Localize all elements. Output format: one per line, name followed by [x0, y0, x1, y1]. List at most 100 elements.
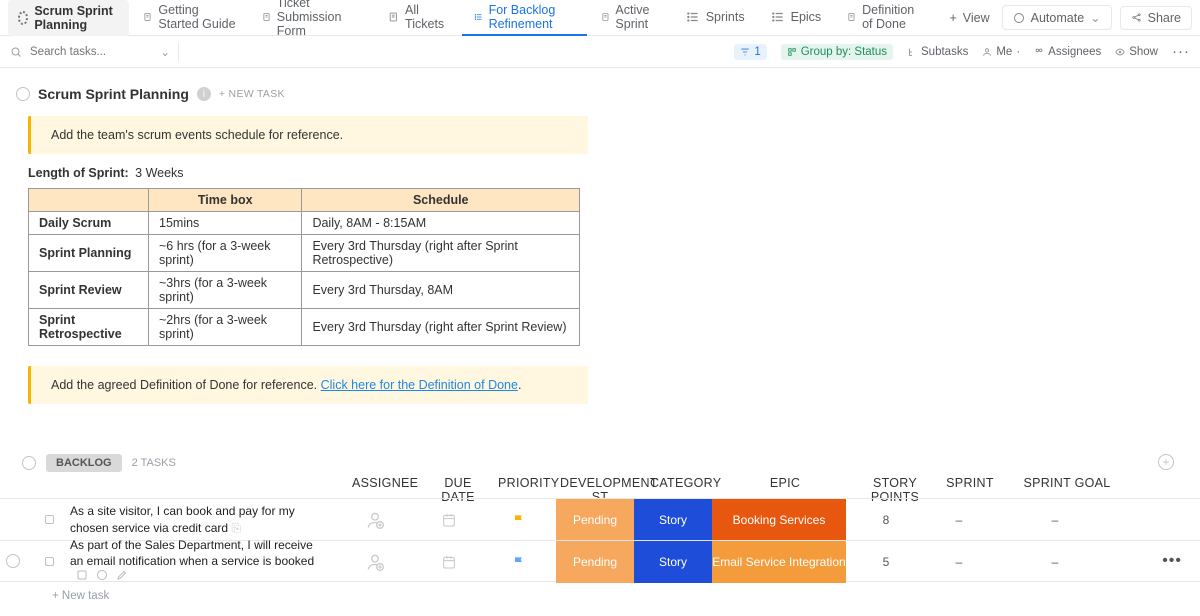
edit-icon[interactable] — [116, 569, 128, 581]
event-timebox: ~6 hrs (for a 3-week sprint) — [149, 235, 302, 272]
cell-priority[interactable] — [494, 499, 544, 541]
tab-for-backlog-refinement[interactable]: For Backlog Refinement — [462, 0, 587, 36]
page-header: Scrum Sprint Planning i + NEW TASK — [0, 68, 1200, 110]
cell-due-date[interactable] — [424, 541, 474, 583]
page-title: Scrum Sprint Planning — [38, 86, 189, 102]
tab-label: Definition of Done — [862, 3, 925, 31]
group-by-badge[interactable]: Group by: Status — [781, 44, 893, 60]
link-icon[interactable] — [76, 569, 88, 581]
task-title[interactable]: As part of the Sales Department, I will … — [70, 537, 325, 586]
group-chip[interactable]: BACKLOG — [46, 454, 122, 472]
add-column-button[interactable]: + — [1158, 454, 1174, 470]
group-collapse-icon[interactable] — [22, 456, 36, 470]
tab-sprints[interactable]: Sprints — [674, 0, 757, 36]
row-checkbox[interactable] — [45, 557, 54, 566]
tab-label: All Tickets — [405, 3, 448, 31]
tab-ticket-submission-form[interactable]: Ticket Submission Form — [250, 0, 375, 36]
sprint-length-label: Length of Sprint: — [28, 166, 129, 180]
share-label: Share — [1148, 11, 1181, 25]
filter-badge[interactable]: 1 — [734, 44, 766, 60]
show-menu[interactable]: Show — [1115, 46, 1158, 58]
row-status-icon[interactable] — [6, 554, 20, 568]
col-assignee[interactable]: ASSIGNEE — [352, 476, 412, 490]
plus-icon: + — [949, 11, 956, 25]
cell-sprint[interactable]: – — [934, 499, 984, 541]
event-name: Sprint Retrospective — [29, 309, 149, 346]
tab-active-sprint[interactable]: Active Sprint — [589, 0, 672, 36]
automate-button[interactable]: Automate ⌄ — [1002, 5, 1112, 30]
event-timebox: 15mins — [149, 212, 302, 235]
tab-label: Epics — [791, 10, 822, 24]
cell-epic[interactable]: Booking Services — [712, 499, 846, 541]
bolt-icon — [1013, 12, 1025, 24]
col-category[interactable]: CATEGORY — [650, 476, 720, 490]
cell-priority[interactable] — [494, 541, 544, 583]
row-more-menu[interactable]: ••• — [1162, 552, 1182, 570]
event-schedule: Every 3rd Thursday (right after Sprint R… — [302, 309, 580, 346]
chevron-down-icon[interactable]: ⌄ — [160, 45, 170, 59]
event-name: Daily Scrum — [29, 212, 149, 235]
cell-dev-status[interactable]: Pending — [556, 499, 634, 541]
flag-icon — [512, 513, 526, 527]
assignees-label: Assignees — [1048, 46, 1101, 58]
add-view-button[interactable]: + View — [939, 7, 999, 29]
tab-label: Getting Started Guide — [158, 3, 235, 31]
task-row[interactable]: As a site visitor, I can book and pay fo… — [0, 498, 1200, 540]
tab-all-tickets[interactable]: All Tickets — [376, 0, 459, 36]
row-checkbox[interactable] — [45, 515, 54, 524]
cell-points[interactable]: 8 — [856, 499, 916, 541]
workspace-chip[interactable]: Scrum Sprint Planning — [8, 0, 129, 36]
tab-epics[interactable]: Epics — [759, 0, 834, 36]
col-sprint[interactable]: SPRINT — [940, 476, 1000, 490]
divider — [178, 43, 179, 61]
eye-icon — [1115, 47, 1125, 57]
info-icon[interactable]: i — [197, 87, 211, 101]
tab-getting-started-guide[interactable]: Getting Started Guide — [131, 0, 247, 36]
show-label: Show — [1129, 46, 1158, 58]
cell-points[interactable]: 5 — [856, 541, 916, 583]
task-title[interactable]: As a site visitor, I can book and pay fo… — [70, 503, 325, 535]
col-goal[interactable]: SPRINT GOAL — [1022, 476, 1112, 490]
task-row[interactable]: As part of the Sales Department, I will … — [0, 540, 1200, 582]
assignees-filter[interactable]: Assignees — [1034, 46, 1101, 58]
col-epic[interactable]: EPIC — [720, 476, 850, 490]
event-timebox: ~2hrs (for a 3-week sprint) — [149, 309, 302, 346]
tag-icon[interactable] — [96, 569, 108, 581]
search-box[interactable]: ⌄ — [10, 45, 170, 59]
add-task-row[interactable]: + New task — [0, 582, 1200, 616]
tab-label: Active Sprint — [615, 3, 659, 31]
sprint-length-value: 3 Weeks — [135, 166, 183, 180]
cell-due-date[interactable] — [424, 499, 474, 541]
status-circle-icon[interactable] — [16, 87, 30, 101]
cell-dev-status[interactable]: Pending — [556, 541, 634, 583]
cell-goal[interactable]: – — [1030, 541, 1080, 583]
row-hover-icons — [76, 569, 128, 581]
me-filter[interactable]: Me · — [982, 46, 1020, 58]
filter-count: 1 — [754, 46, 760, 58]
top-nav: Scrum Sprint Planning Getting Started Gu… — [0, 0, 1200, 36]
banner-text: Add the team's scrum events schedule for… — [51, 128, 343, 142]
cell-category[interactable]: Story — [634, 541, 712, 583]
flag-icon — [512, 555, 526, 569]
search-input[interactable] — [28, 45, 128, 59]
cell-epic[interactable]: Email Service Integration — [712, 541, 846, 583]
cell-assignee[interactable] — [350, 541, 400, 583]
subtasks-toggle[interactable]: Subtasks — [907, 46, 968, 58]
cell-assignee[interactable] — [350, 499, 400, 541]
table-row: Sprint Retrospective~2hrs (for a 3-week … — [29, 309, 580, 346]
dod-link[interactable]: Click here for the Definition of Done — [321, 378, 518, 392]
cell-category[interactable]: Story — [634, 499, 712, 541]
tab-definition-of-done[interactable]: Definition of Done — [835, 0, 937, 36]
subtasks-label: Subtasks — [921, 46, 968, 58]
new-task-button[interactable]: + NEW TASK — [219, 88, 285, 100]
event-schedule: Every 3rd Thursday (right after Sprint R… — [302, 235, 580, 272]
share-button[interactable]: Share — [1120, 6, 1192, 30]
dod-banner: Add the agreed Definition of Done for re… — [28, 366, 588, 404]
cell-goal[interactable]: – — [1030, 499, 1080, 541]
cell-sprint[interactable]: – — [934, 541, 984, 583]
sprint-length-row: Length of Sprint: 3 Weeks — [28, 166, 1184, 180]
more-menu[interactable]: ··· — [1172, 43, 1190, 60]
col-priority[interactable]: PRIORITY — [498, 476, 558, 490]
event-schedule: Every 3rd Thursday, 8AM — [302, 272, 580, 309]
table-corner — [29, 189, 149, 212]
